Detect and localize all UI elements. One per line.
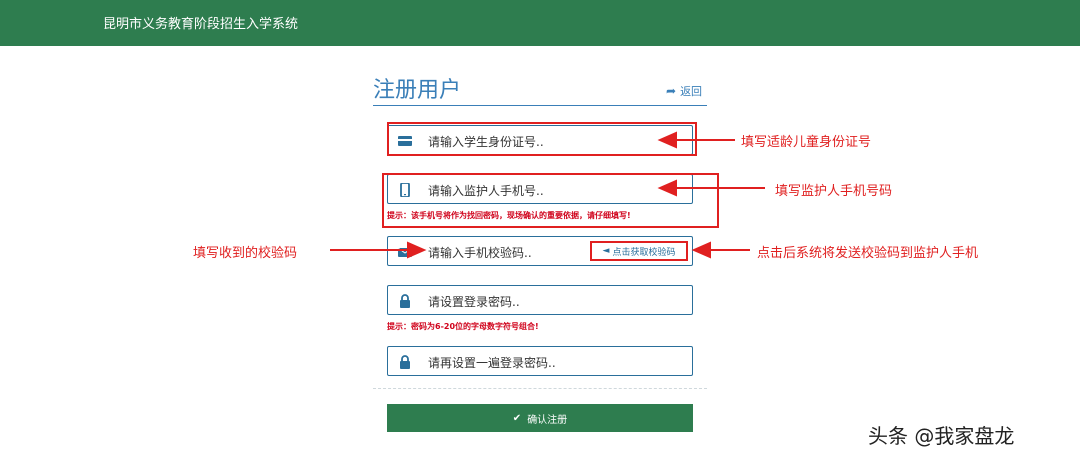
arrow-to-guardian-phone	[657, 179, 677, 197]
arrow-to-student-id	[657, 131, 677, 149]
arrow-to-sms-code	[407, 241, 427, 259]
watermark: 头条 @我家盘龙	[868, 424, 1015, 448]
annotation-arrows	[330, 131, 765, 259]
arrow-to-get-code	[691, 241, 711, 259]
